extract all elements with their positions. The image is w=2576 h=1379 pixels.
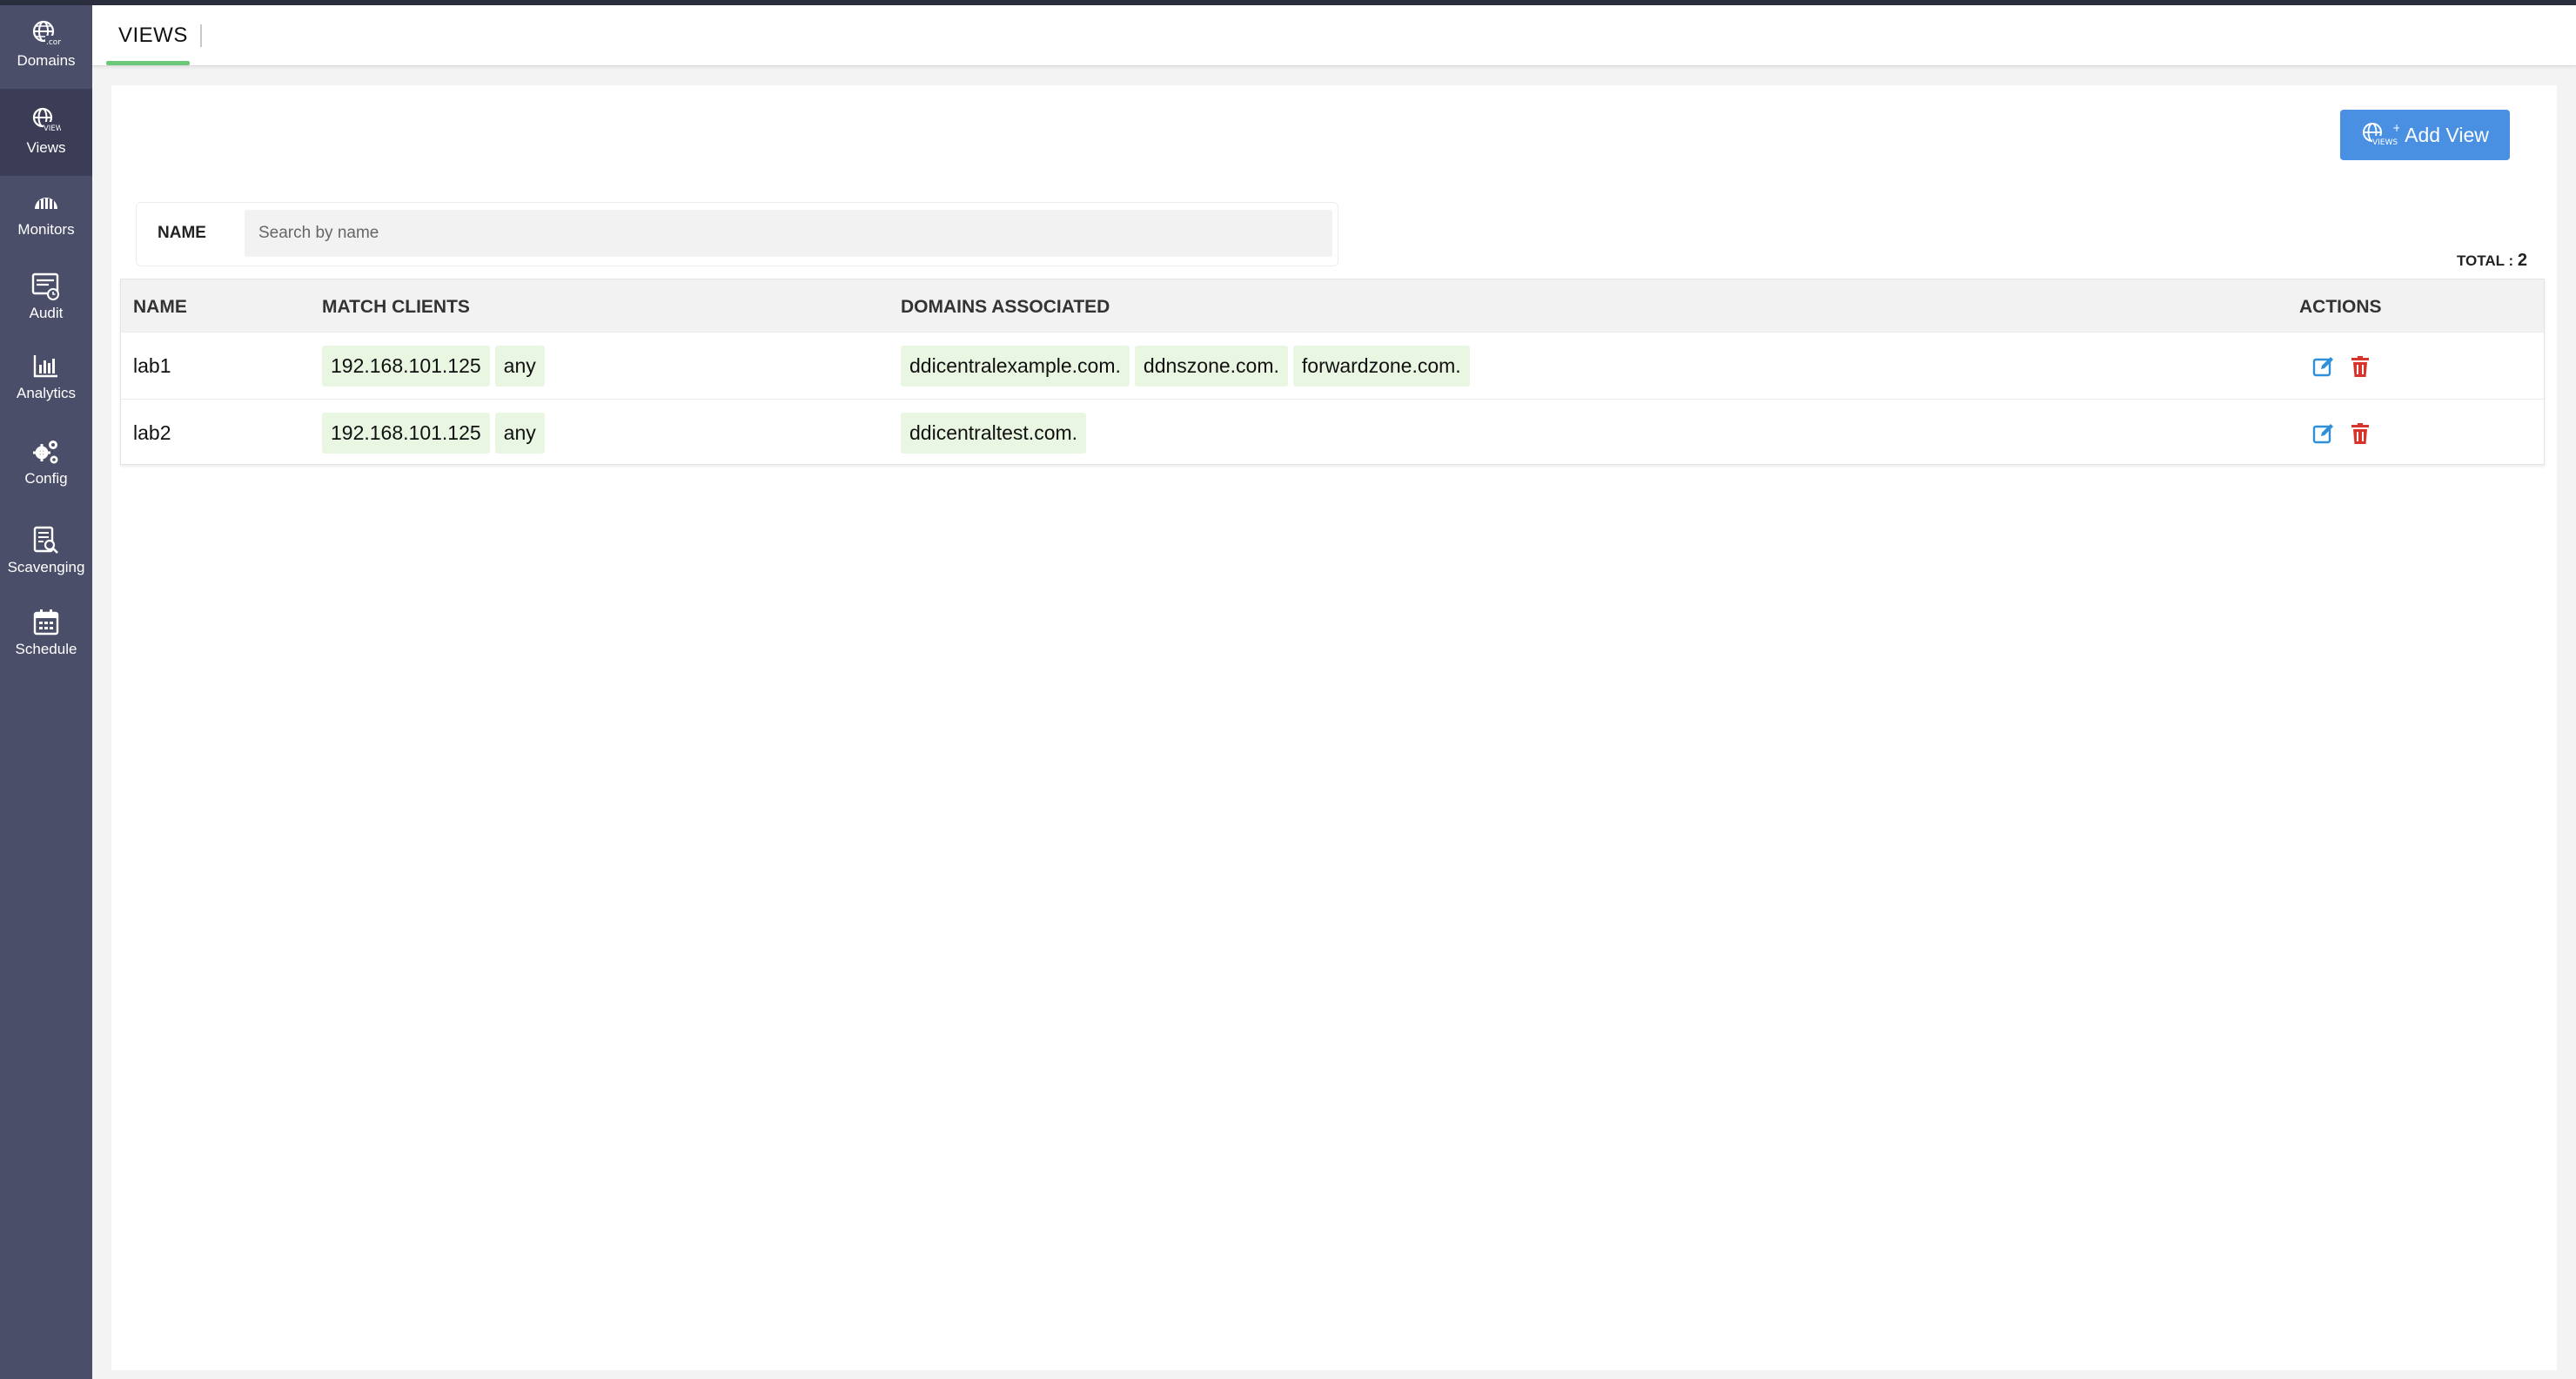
globe-views-plus-icon: VIEWS + xyxy=(2363,122,2399,147)
add-view-button[interactable]: VIEWS + Add View xyxy=(2340,110,2510,160)
sidebar-item-schedule[interactable]: Schedule xyxy=(0,608,92,658)
tab-views[interactable]: VIEWS xyxy=(106,5,200,66)
column-header-domains: DOMAINS ASSOCIATED xyxy=(901,297,1110,317)
delete-icon[interactable] xyxy=(2349,355,2371,378)
sidebar-item-audit[interactable]: Audit xyxy=(0,272,92,322)
table-row: lab2 192.168.101.125 any ddicentraltest.… xyxy=(121,399,2544,466)
filter-box: NAME xyxy=(136,202,1338,266)
domain-chip: ddnszone.com. xyxy=(1134,346,1288,387)
row-actions xyxy=(2312,400,2371,467)
column-header-name: NAME xyxy=(133,297,187,317)
tab-divider xyxy=(200,24,202,47)
sidebar-item-scavenging[interactable]: Scavenging xyxy=(0,526,92,576)
total-label: TOTAL : xyxy=(2456,252,2514,269)
sidebar-item-label: Analytics xyxy=(16,385,77,401)
row-domains: ddicentralexample.com. ddnszone.com. for… xyxy=(901,333,1470,400)
analytics-icon xyxy=(33,355,57,378)
row-domains: ddicentraltest.com. xyxy=(901,400,1087,467)
svg-text:+: + xyxy=(2392,122,2399,134)
add-view-label: Add View xyxy=(2405,123,2489,146)
sidebar-item-label: Audit xyxy=(29,305,64,321)
sidebar-item-views[interactable]: VIEWS Views xyxy=(0,89,92,176)
row-name: lab2 xyxy=(133,421,171,444)
search-input[interactable] xyxy=(245,210,1332,257)
delete-icon[interactable] xyxy=(2349,422,2371,445)
row-actions xyxy=(2312,333,2371,400)
calendar-icon xyxy=(33,609,59,636)
tab-active-indicator xyxy=(106,61,190,65)
audit-icon xyxy=(31,272,59,300)
filter-label: NAME xyxy=(158,224,206,242)
row-clients: 192.168.101.125 any xyxy=(322,333,545,400)
gears-icon xyxy=(33,441,58,464)
sidebar-item-analytics[interactable]: Analytics xyxy=(0,352,92,402)
sidebar-item-config[interactable]: Config xyxy=(0,437,92,488)
domain-chip: ddicentralexample.com. xyxy=(901,346,1130,387)
svg-text:.com: .com xyxy=(46,38,61,47)
table-header: NAME MATCH CLIENTS DOMAINS ASSOCIATED AC… xyxy=(121,279,2544,332)
domain-chip: forwardzone.com. xyxy=(1292,346,1470,387)
sidebar-item-label: Schedule xyxy=(15,641,77,657)
views-table: NAME MATCH CLIENTS DOMAINS ASSOCIATED AC… xyxy=(120,279,2545,465)
domain-chip: ddicentraltest.com. xyxy=(901,413,1087,454)
client-chip: 192.168.101.125 xyxy=(322,413,490,454)
client-chip: any xyxy=(494,413,545,454)
globe-com-icon: .com xyxy=(32,20,61,47)
client-chip: any xyxy=(494,346,545,387)
sidebar-item-label: Domains xyxy=(17,52,76,69)
client-chip: 192.168.101.125 xyxy=(322,346,490,387)
column-header-match-clients: MATCH CLIENTS xyxy=(322,297,470,317)
edit-icon[interactable] xyxy=(2312,422,2335,445)
sidebar-item-label: Views xyxy=(26,139,66,156)
svg-text:VIEWS: VIEWS xyxy=(44,124,61,133)
sidebar-item-domains[interactable]: .com Domains xyxy=(0,19,92,70)
content-panel: VIEWS + Add View NAME TOTAL : 2 NAME MAT… xyxy=(111,85,2557,1370)
edit-icon[interactable] xyxy=(2312,355,2335,378)
svg-text:VIEWS: VIEWS xyxy=(2372,138,2398,147)
sidebar-item-label: Scavenging xyxy=(7,559,85,575)
monitor-icon xyxy=(35,198,57,209)
globe-views-icon: VIEWS xyxy=(32,107,61,133)
total-value: 2 xyxy=(2517,251,2527,270)
scavenging-icon xyxy=(33,526,58,554)
row-name: lab1 xyxy=(133,354,171,377)
column-header-actions: ACTIONS xyxy=(2299,297,2382,317)
sidebar-item-monitors[interactable]: Monitors xyxy=(0,188,92,239)
row-clients: 192.168.101.125 any xyxy=(322,400,545,467)
page-header: VIEWS xyxy=(92,5,2576,66)
table-row: lab1 192.168.101.125 any ddicentralexamp… xyxy=(121,332,2544,399)
sidebar-item-label: Monitors xyxy=(17,221,75,238)
sidebar-item-label: Config xyxy=(24,470,68,487)
total-count: TOTAL : 2 xyxy=(2457,251,2527,271)
sidebar: .com Domains VIEWS Views Monitors xyxy=(0,5,92,1379)
